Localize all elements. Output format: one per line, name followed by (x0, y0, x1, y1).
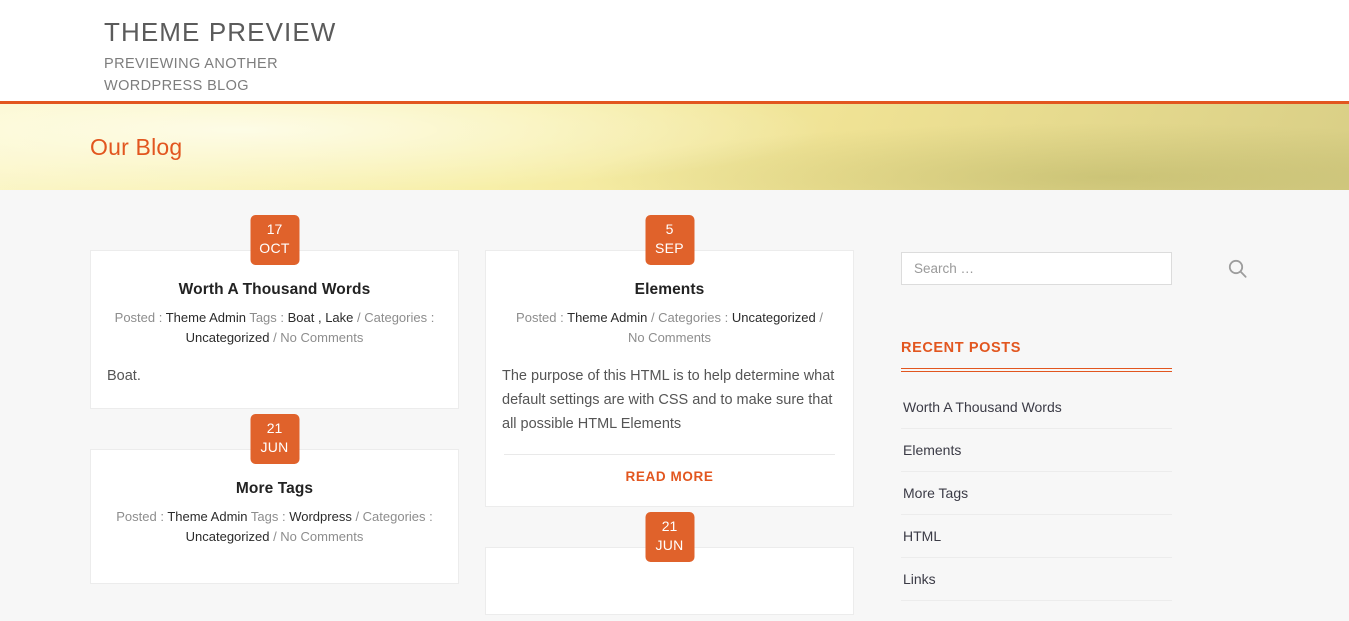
search-input[interactable] (901, 252, 1172, 285)
post-card[interactable]: 17 OCT Worth A Thousand Words Posted : T… (90, 215, 459, 409)
meta-posted-label: Posted : (114, 310, 166, 325)
meta-comments[interactable]: / No Comments (269, 529, 363, 544)
post-excerpt: Boat. (107, 368, 141, 384)
recent-post-link[interactable]: Worth A Thousand Words (901, 386, 1172, 428)
list-item[interactable]: HTML (901, 515, 1172, 558)
meta-tags-label: Tags : (245, 310, 288, 325)
search-icon[interactable] (1228, 259, 1247, 278)
date-day: 5 (665, 221, 674, 237)
meta-comments[interactable]: / No Comments (269, 330, 363, 345)
post-excerpt: The purpose of this HTML is to help dete… (502, 368, 835, 432)
date-month: JUN (260, 438, 289, 455)
post-meta: Posted : Theme Admin / Categories : Unca… (500, 308, 839, 348)
list-item[interactable]: More Tags (901, 472, 1172, 515)
meta-tags[interactable]: Wordpress (289, 509, 352, 524)
widget-title-underline (901, 371, 1172, 372)
main-content: 17 OCT Worth A Thousand Words Posted : T… (0, 190, 1349, 621)
sidebar: RECENT POSTS Worth A Thousand Words Elem… (885, 250, 1349, 621)
site-tagline: PREVIEWING ANOTHER WORDPRESS BLOG (104, 55, 278, 95)
meta-categories[interactable]: Uncategorized (732, 310, 816, 325)
posts-grid: 17 OCT Worth A Thousand Words Posted : T… (0, 215, 885, 621)
meta-categories[interactable]: Uncategorized (186, 529, 270, 544)
date-month: JUN (655, 536, 684, 553)
read-more-link[interactable]: READ MORE (500, 455, 839, 486)
meta-tags-label: Tags : (247, 509, 290, 524)
date-month: SEP (655, 239, 684, 256)
date-day: 21 (661, 518, 678, 534)
meta-categories-label: / Categories : (353, 310, 435, 325)
date-badge: 21 JUN (250, 414, 299, 464)
meta-posted-label: Posted : (516, 310, 568, 325)
recent-post-link[interactable]: Elements (901, 429, 1172, 471)
recent-post-link[interactable]: HTML (901, 515, 1172, 557)
page-banner: Our Blog (0, 104, 1349, 190)
post-title[interactable]: Elements (500, 281, 839, 299)
date-day: 17 (266, 221, 283, 237)
search-form (901, 252, 1261, 285)
list-item[interactable]: Links (901, 558, 1172, 601)
date-month: OCT (259, 239, 290, 256)
recent-post-link[interactable]: More Tags (901, 472, 1172, 514)
meta-author[interactable]: Theme Admin (166, 310, 246, 325)
date-badge: 5 SEP (645, 215, 694, 265)
widget-recent-posts: RECENT POSTS Worth A Thousand Words Elem… (901, 340, 1261, 601)
recent-posts-list: Worth A Thousand Words Elements More Tag… (901, 386, 1172, 601)
meta-categories-label: / Categories : (647, 310, 732, 325)
page-title: Our Blog (90, 133, 183, 160)
site-title[interactable]: THEME PREVIEW (104, 17, 1349, 48)
list-item[interactable]: Worth A Thousand Words (901, 386, 1172, 429)
post-card[interactable]: 21 JUN More Tags Posted : Theme Admin Ta… (90, 414, 459, 584)
meta-author[interactable]: Theme Admin (167, 509, 247, 524)
site-header: THEME PREVIEW PREVIEWING ANOTHER WORDPRE… (0, 0, 1349, 104)
post-meta: Posted : Theme Admin Tags : Boat , Lake … (105, 308, 444, 348)
date-badge: 21 JUN (645, 512, 694, 562)
meta-tags[interactable]: Boat , Lake (288, 310, 354, 325)
post-card[interactable]: 5 SEP Elements Posted : Theme Admin / Ca… (485, 215, 854, 507)
widget-title: RECENT POSTS (901, 340, 1172, 369)
date-day: 21 (266, 420, 283, 436)
post-column-left: 17 OCT Worth A Thousand Words Posted : T… (90, 215, 459, 621)
meta-author[interactable]: Theme Admin (567, 310, 647, 325)
meta-categories-label: / Categories : (351, 509, 433, 524)
meta-posted-label: Posted : (116, 509, 168, 524)
post-card[interactable]: 21 JUN (485, 512, 854, 615)
post-title[interactable]: More Tags (105, 480, 444, 498)
date-badge: 17 OCT (250, 215, 299, 265)
recent-post-link[interactable]: Links (901, 558, 1172, 600)
post-title[interactable]: Worth A Thousand Words (105, 281, 444, 299)
post-column-right: 5 SEP Elements Posted : Theme Admin / Ca… (485, 215, 854, 621)
meta-categories[interactable]: Uncategorized (186, 330, 270, 345)
post-meta: Posted : Theme Admin Tags : Wordpress / … (105, 507, 444, 547)
list-item[interactable]: Elements (901, 429, 1172, 472)
